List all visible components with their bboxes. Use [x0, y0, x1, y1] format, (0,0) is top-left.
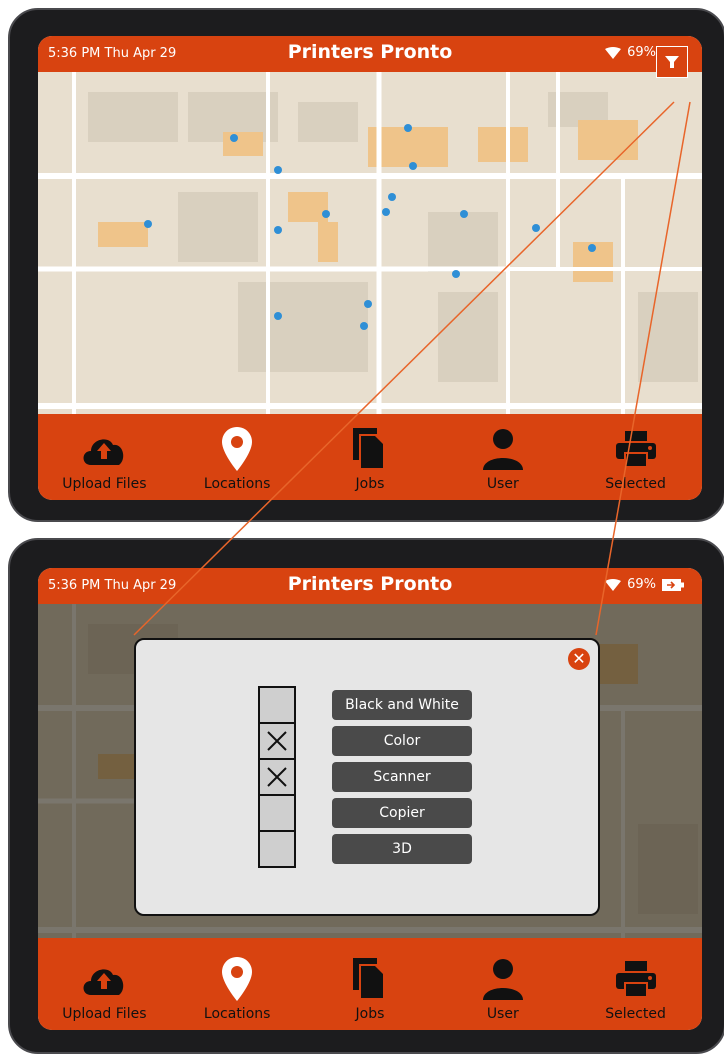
documents-icon: [352, 958, 385, 998]
app-title: Printers Pronto: [287, 573, 453, 595]
filter-modal: ✕ Black and White Color Scanner Copier 3…: [134, 638, 600, 916]
campus-map[interactable]: [38, 72, 702, 414]
nav-label: Locations: [203, 476, 271, 492]
cloud-upload-icon: [83, 969, 124, 995]
nav-label: Selected: [605, 476, 666, 492]
nav-selected[interactable]: Selected: [581, 956, 691, 1030]
filter-button[interactable]: [656, 46, 688, 78]
location-pin-icon: [222, 957, 253, 1001]
location-pin-icon: [222, 427, 253, 471]
nav-upload-files[interactable]: Upload Files: [49, 956, 159, 1030]
nav-locations[interactable]: Locations: [182, 426, 292, 500]
nav-user[interactable]: User: [448, 426, 558, 500]
nav-jobs[interactable]: Jobs: [315, 956, 425, 1030]
status-bar: 5:36 PM Thu Apr 29 Printers Pronto 69%: [38, 36, 702, 72]
funnel-icon: [665, 56, 679, 68]
checkbox-3d[interactable]: [260, 832, 294, 866]
cloud-upload-icon: [83, 439, 124, 465]
checkbox-scanner[interactable]: [260, 760, 294, 796]
app-screen-filter: 5:36 PM Thu Apr 29 Printers Pronto 69% ✕…: [38, 568, 702, 1030]
option-black-and-white[interactable]: Black and White: [332, 690, 472, 720]
printer-icon: [615, 431, 656, 467]
option-3d[interactable]: 3D: [332, 834, 472, 864]
status-indicators: 69%: [605, 577, 684, 592]
documents-icon: [352, 428, 385, 468]
battery-percentage: 69%: [627, 45, 656, 60]
option-color[interactable]: Color: [332, 726, 472, 756]
checkbox-black-and-white[interactable]: [260, 688, 294, 724]
nav-label: Locations: [203, 1006, 271, 1022]
nav-user[interactable]: User: [448, 956, 558, 1030]
checkbox-copier[interactable]: [260, 796, 294, 832]
option-copier[interactable]: Copier: [332, 798, 472, 828]
wifi-icon: [605, 46, 622, 59]
nav-jobs[interactable]: Jobs: [315, 426, 425, 500]
nav-upload-files[interactable]: Upload Files: [49, 426, 159, 500]
filter-option-column: Black and White Color Scanner Copier 3D: [332, 690, 472, 870]
status-bar: 5:36 PM Thu Apr 29 Printers Pronto 69%: [38, 568, 702, 604]
checkbox-color[interactable]: [260, 724, 294, 760]
battery-icon: [662, 578, 684, 591]
printer-icon: [615, 961, 656, 997]
bottom-nav: Upload Files Locations Jobs User Selecte…: [38, 938, 702, 1030]
option-scanner[interactable]: Scanner: [332, 762, 472, 792]
close-icon: ✕: [572, 649, 586, 668]
wifi-icon: [605, 578, 622, 591]
check-x-icon: [267, 731, 287, 751]
battery-percentage: 69%: [627, 577, 656, 592]
nav-label: Jobs: [355, 476, 385, 492]
user-icon: [482, 429, 523, 470]
tablet-frame-main: 5:36 PM Thu Apr 29 Printers Pronto 69% U…: [8, 8, 724, 522]
nav-label: User: [486, 1006, 519, 1022]
bottom-nav: Upload Files Locations Jobs User Selecte…: [38, 414, 702, 500]
tablet-frame-filter: 5:36 PM Thu Apr 29 Printers Pronto 69% ✕…: [8, 538, 724, 1054]
close-button[interactable]: ✕: [568, 648, 590, 670]
user-icon: [482, 959, 523, 1000]
nav-label: Jobs: [355, 1006, 385, 1022]
nav-label: Selected: [605, 1006, 666, 1022]
nav-label: Upload Files: [62, 1006, 147, 1022]
nav-selected[interactable]: Selected: [581, 426, 691, 500]
nav-locations[interactable]: Locations: [182, 956, 292, 1030]
app-screen-map: 5:36 PM Thu Apr 29 Printers Pronto 69% U…: [38, 36, 702, 500]
nav-label: Upload Files: [62, 476, 147, 492]
app-title: Printers Pronto: [287, 41, 453, 63]
check-x-icon: [267, 767, 287, 787]
nav-label: User: [486, 476, 519, 492]
filter-checkbox-column: [258, 686, 296, 868]
